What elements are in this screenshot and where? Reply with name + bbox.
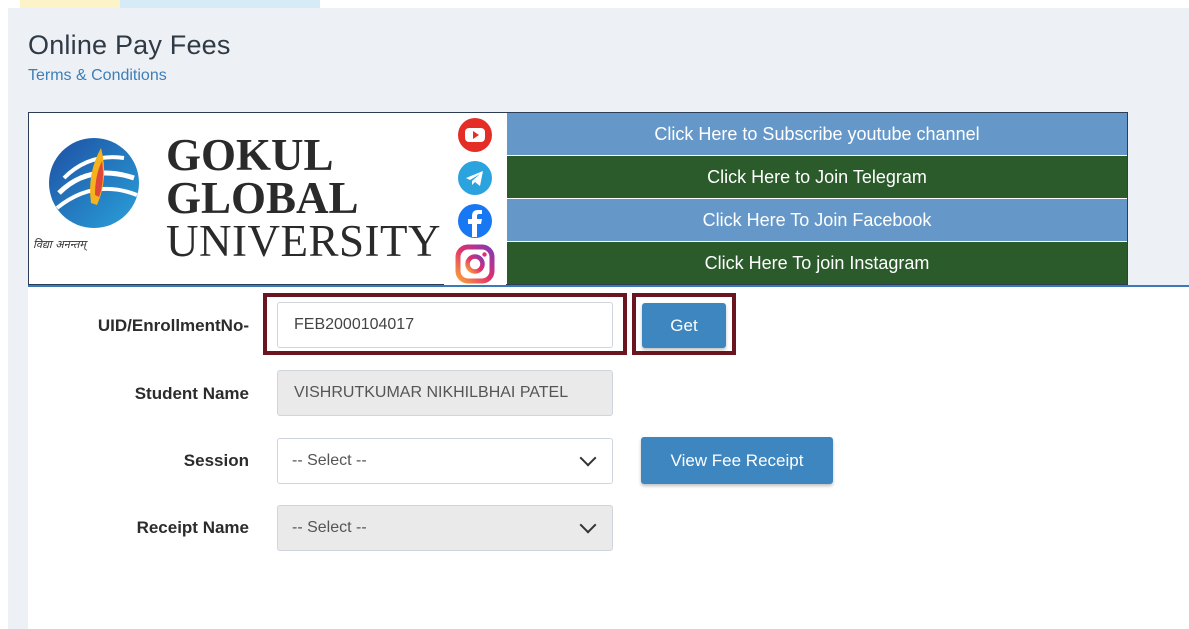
chevron-down-icon (579, 516, 597, 534)
join-facebook-button[interactable]: Click Here To Join Facebook (507, 199, 1127, 241)
view-fee-receipt-button[interactable]: View Fee Receipt (641, 437, 833, 484)
terms-conditions-link[interactable]: Terms & Conditions (28, 67, 167, 85)
telegram-icon-cell[interactable] (444, 156, 506, 199)
page-title: Online Pay Fees (28, 30, 231, 60)
instagram-icon[interactable] (455, 244, 495, 284)
watermark-strip (0, 0, 1189, 8)
join-telegram-button[interactable]: Click Here to Join Telegram (507, 156, 1127, 198)
facebook-icon-cell[interactable] (444, 199, 506, 242)
facebook-icon[interactable] (457, 203, 493, 239)
logo-tagline: विद्या अनन्तम् (33, 238, 86, 251)
chevron-down-icon (579, 449, 597, 467)
university-emblem-icon (49, 138, 139, 228)
subscribe-youtube-button[interactable]: Click Here to Subscribe youtube channel (507, 113, 1127, 155)
receipt-name-select-value: -- Select -- (292, 519, 367, 536)
university-logo: विद्या अनन्तम् GOKUL GLOBAL UNIVERSITY (29, 113, 442, 284)
youtube-icon-cell[interactable] (444, 113, 506, 156)
logo-text-line-2: GLOBAL (166, 173, 359, 223)
student-name-field: VISHRUTKUMAR NIKHILBHAI PATEL (277, 370, 613, 416)
session-label: Session (183, 451, 249, 470)
logo-text-line-1: GOKUL (166, 130, 334, 180)
uid-input[interactable]: FEB2000104017 (277, 302, 613, 348)
session-select[interactable]: -- Select -- (277, 438, 613, 484)
social-banner: विद्या अनन्तम् GOKUL GLOBAL UNIVERSITY C… (28, 112, 1128, 285)
receipt-name-select[interactable]: -- Select -- (277, 505, 613, 551)
uid-label: UID/EnrollmentNo- (97, 316, 249, 335)
receipt-name-label: Receipt Name (136, 518, 249, 537)
watermark-band-blue (120, 0, 320, 8)
get-button[interactable]: Get (642, 303, 726, 348)
session-select-value: -- Select -- (292, 452, 367, 469)
student-name-label: Student Name (134, 384, 249, 403)
logo-text-line-3: UNIVERSITY (166, 216, 441, 266)
join-instagram-button[interactable]: Click Here To join Instagram (507, 242, 1127, 284)
telegram-icon[interactable] (457, 160, 493, 196)
instagram-icon-cell[interactable] (444, 242, 506, 285)
youtube-icon[interactable] (457, 117, 493, 153)
